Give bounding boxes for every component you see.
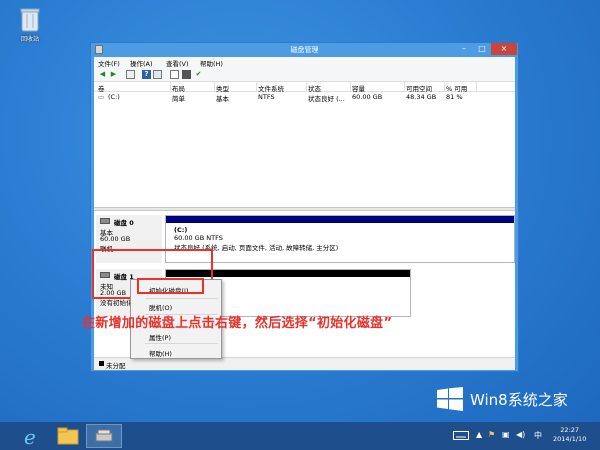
- recycle-bin-label: 回收站: [20, 36, 39, 43]
- menu-action[interactable]: 操作(A): [130, 58, 153, 68]
- disk-icon: [100, 218, 110, 224]
- menu-view[interactable]: 查看(V): [166, 58, 189, 68]
- drive-icon: ▭: [98, 93, 105, 101]
- unallocated-swatch: [99, 361, 104, 366]
- cell-status: 状态良好 (...: [308, 95, 345, 103]
- back-arrow-icon[interactable]: ◀: [98, 70, 107, 79]
- volume-list: 卷 布局 类型 文件系统 状态 容量 可用空间 % 可用 ▭ (C:) 简单 基…: [94, 82, 515, 207]
- cell-type: 基本: [216, 95, 229, 103]
- menu-item-offline[interactable]: 脱机(O): [149, 302, 172, 312]
- instruction-annotation: 在新增加的磁盘上点击右键，然后选择“初始化磁盘”: [82, 316, 393, 331]
- cell-volume: (C:): [108, 93, 120, 101]
- properties-icon[interactable]: [153, 70, 162, 79]
- desktop: 回收站 磁盘管理 – □ × 文件(F) 操作(A) 查看(V) 帮助(H) ◀…: [0, 0, 600, 450]
- up-arrow-icon[interactable]: ▲: [476, 430, 482, 439]
- partition-bar: [166, 216, 514, 223]
- maximize-button[interactable]: □: [474, 43, 490, 55]
- windows-logo-icon: [437, 387, 463, 411]
- recycle-bin[interactable]: 回收站: [10, 6, 50, 43]
- refresh-icon[interactable]: [170, 70, 179, 79]
- cell-filesystem: NTFS: [258, 93, 275, 101]
- ime-icon[interactable]: 中: [534, 430, 542, 441]
- flag-icon[interactable]: ⚑: [488, 430, 495, 439]
- toolbar: ◀ ▶ ? ✔: [94, 68, 515, 82]
- cell-layout: 简单: [172, 95, 185, 103]
- menu-item-help[interactable]: 帮助(H): [149, 348, 172, 358]
- menu-file[interactable]: 文件(F): [98, 58, 120, 68]
- disk-0-name: 磁盘 0: [114, 219, 134, 227]
- watermark-text: Win8系统之家: [470, 391, 568, 409]
- help-icon[interactable]: ?: [142, 70, 151, 79]
- clock-time: 22:27: [560, 426, 580, 434]
- table-row[interactable]: ▭ (C:) 简单 基本 NTFS 状态良好 (... 60.00 GB 48.…: [94, 92, 515, 103]
- recycle-bin-icon: [19, 6, 41, 32]
- disk-management-taskbar-icon[interactable]: [86, 424, 122, 448]
- taskbar: e ▲ ⚑ ▣ ◀) 中 22:27 2014/1/10: [0, 422, 600, 450]
- close-button[interactable]: ×: [491, 43, 517, 55]
- partition-c[interactable]: (C:) 60.00 GB NTFS 状态良好 (系统, 启动, 页面文件, 活…: [165, 215, 515, 263]
- partition-label: (C:): [174, 226, 188, 234]
- checkmark-icon[interactable]: ✔: [194, 70, 203, 79]
- svg-text:e: e: [24, 425, 36, 448]
- menu-help[interactable]: 帮助(H): [200, 58, 223, 68]
- file-explorer-icon[interactable]: [50, 424, 86, 448]
- menu-item-properties[interactable]: 属性(P): [149, 332, 171, 342]
- watermark: Win8系统之家: [437, 386, 597, 414]
- forward-arrow-icon[interactable]: ▶: [109, 70, 118, 79]
- keyboard-icon[interactable]: [453, 431, 469, 442]
- internet-explorer-icon[interactable]: e: [14, 424, 50, 449]
- clock-date: 2014/1/10: [553, 435, 587, 443]
- legend-label: 未分配: [106, 362, 126, 370]
- minimize-button[interactable]: –: [456, 43, 472, 55]
- cell-free-space: 48.34 GB: [406, 93, 437, 101]
- disk-icon[interactable]: [182, 70, 191, 79]
- network-icon[interactable]: ▣: [502, 430, 510, 439]
- volume-list-header: 卷 布局 类型 文件系统 状态 容量 可用空间 % 可用: [94, 82, 515, 93]
- system-clock[interactable]: 22:27 2014/1/10: [553, 426, 586, 444]
- list-icon[interactable]: [126, 70, 135, 79]
- partition-size: 60.00 GB NTFS: [174, 234, 223, 242]
- disk-0-size: 60.00 GB: [100, 235, 131, 243]
- cell-percent-free: 81 %: [446, 93, 463, 101]
- title-bar[interactable]: 磁盘管理 – □ ×: [91, 43, 518, 57]
- menu-bar: 文件(F) 操作(A) 查看(V) 帮助(H): [94, 57, 515, 68]
- volume-icon[interactable]: ◀): [516, 430, 525, 439]
- window-title: 磁盘管理: [290, 46, 319, 54]
- cell-capacity: 60.00 GB: [352, 93, 383, 101]
- initialize-disk-highlight: [137, 278, 204, 294]
